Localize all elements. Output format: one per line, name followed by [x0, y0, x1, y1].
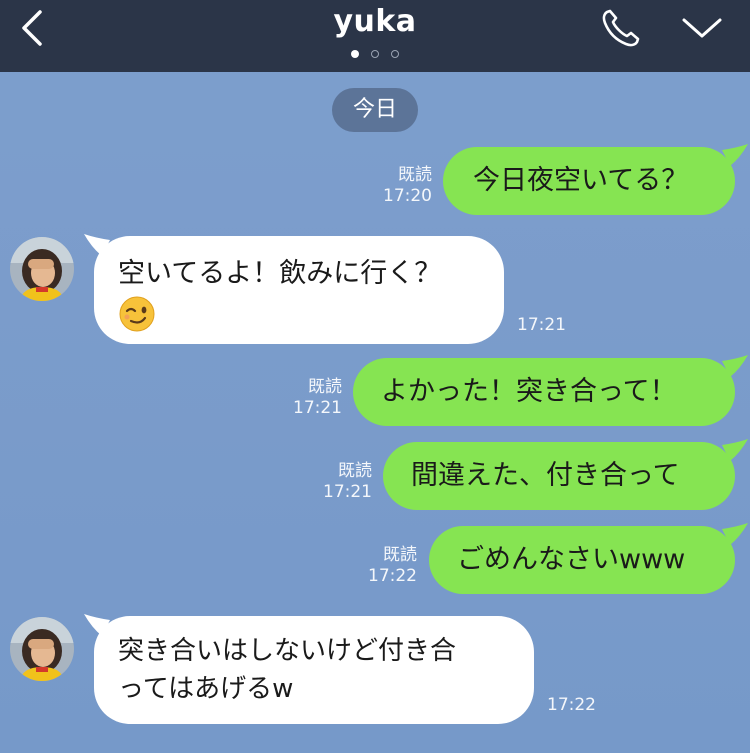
menu-button[interactable]	[678, 10, 726, 46]
message-bubble-incoming[interactable]: 空いてるよ！飲みに行く？	[94, 236, 504, 344]
read-receipt: 既読	[383, 545, 417, 565]
message-text: 今日夜空いてる？	[473, 165, 689, 196]
chevron-down-icon	[682, 18, 722, 38]
bubble-tail	[722, 144, 748, 166]
avatar[interactable]	[10, 617, 74, 681]
message-meta: 既読 17:21	[312, 461, 372, 503]
message-bubble-outgoing[interactable]: 今日夜空いてる？	[443, 147, 735, 215]
avatar-image	[10, 617, 74, 681]
message-time: 17:21	[323, 482, 372, 502]
phone-icon	[602, 9, 640, 47]
message-time: 17:22	[368, 566, 417, 586]
page-dot-active	[351, 50, 359, 58]
call-button[interactable]	[598, 6, 642, 50]
message-time: 17:22	[547, 695, 596, 715]
read-receipt: 既読	[398, 165, 432, 185]
bubble-tail	[722, 439, 748, 461]
message-text: ごめんなさいwww	[457, 544, 686, 575]
bubble-tail	[722, 523, 748, 545]
message-text-line: 突き合いはしないけど付き合	[118, 636, 457, 666]
message-bubble-outgoing[interactable]: 間違えた、付き合って	[383, 442, 735, 510]
message-bubble-outgoing[interactable]: よかった！突き合って！	[353, 358, 735, 426]
date-separator: 今日	[332, 88, 418, 132]
read-receipt: 既読	[338, 461, 372, 481]
message-time: 17:21	[517, 315, 566, 335]
bubble-tail	[722, 355, 748, 377]
message-time: 17:20	[383, 186, 432, 206]
avatar[interactable]	[10, 237, 74, 301]
avatar-image	[10, 237, 74, 301]
message-text: 空いてるよ！飲みに行く？	[118, 258, 442, 289]
message-bubble-incoming[interactable]: 突き合いはしないけど付き合 ってはあげるw	[94, 616, 534, 724]
message-meta: 既読 17:20	[372, 165, 432, 207]
chat-header: yuka	[0, 0, 750, 72]
message-text: 間違えた、付き合って	[411, 460, 680, 491]
page-indicator	[0, 50, 750, 58]
message-text: よかった！突き合って！	[381, 376, 677, 407]
message-meta: 既読 17:21	[282, 377, 342, 419]
page-dot	[391, 50, 399, 58]
message-time: 17:21	[293, 398, 342, 418]
winking-face-icon	[118, 295, 156, 342]
message-meta: 既読 17:22	[357, 545, 417, 587]
message-text-line: ってはあげるw	[118, 674, 294, 704]
read-receipt: 既読	[308, 377, 342, 397]
page-dot	[371, 50, 379, 58]
message-bubble-outgoing[interactable]: ごめんなさいwww	[429, 526, 735, 594]
